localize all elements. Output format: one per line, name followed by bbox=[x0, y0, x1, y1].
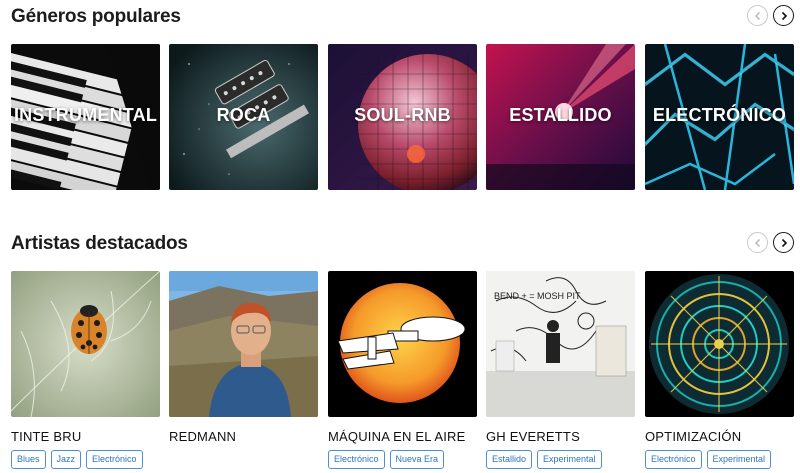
genre-tag[interactable]: Experimental bbox=[706, 450, 772, 469]
genre-tag[interactable]: Blues bbox=[11, 450, 46, 469]
artist-tags: Blues Jazz Electrónico bbox=[11, 450, 143, 469]
genre-label: INSTRUMENTAL bbox=[13, 105, 158, 125]
starship-image bbox=[328, 271, 477, 417]
genre-tag[interactable]: Experimental bbox=[537, 450, 602, 469]
chevron-left-icon bbox=[754, 238, 760, 247]
artist-card-maquina-en-el-aire[interactable] bbox=[328, 271, 477, 417]
ladybug-image bbox=[11, 271, 160, 417]
genre-tag[interactable]: Electrónico bbox=[328, 450, 385, 469]
genre-card-roca[interactable]: ROCA bbox=[169, 44, 318, 190]
genre-tag[interactable]: Electrónico bbox=[86, 450, 143, 469]
genre-card-estallido[interactable]: ESTALLIDO bbox=[486, 44, 635, 190]
genres-prev-button[interactable] bbox=[747, 5, 768, 26]
chevron-right-icon bbox=[781, 238, 787, 247]
genre-label: ELECTRÓNICO bbox=[652, 105, 787, 125]
artist-name[interactable]: OPTIMIZACIÓN bbox=[645, 429, 741, 444]
artist-tags: Electrónico Nueva Era bbox=[328, 450, 445, 469]
artist-card-redmann[interactable] bbox=[169, 271, 318, 417]
genres-section-title: Géneros populares bbox=[11, 6, 181, 27]
artist-name[interactable]: TINTE BRU bbox=[11, 429, 81, 444]
genres-next-button[interactable] bbox=[773, 5, 794, 26]
artists-prev-button[interactable] bbox=[747, 232, 768, 253]
genre-label: ESTALLIDO bbox=[509, 105, 612, 125]
genre-card-soul-rnb[interactable]: SOUL-RNB bbox=[328, 44, 477, 190]
artist-name[interactable]: REDMANN bbox=[169, 429, 236, 444]
artist-name[interactable]: MÁQUINA EN EL AIRE bbox=[328, 429, 466, 444]
genre-tag[interactable]: Jazz bbox=[50, 450, 82, 469]
chevron-right-icon bbox=[781, 11, 787, 20]
genre-tag[interactable]: Estallido bbox=[486, 450, 533, 469]
artist-card-gh-everetts[interactable]: BEND + = MOSH PIT bbox=[486, 271, 635, 417]
artist-tags: Electrónico Experimental bbox=[645, 450, 772, 469]
svg-text:BEND + = MOSH PIT: BEND + = MOSH PIT bbox=[494, 291, 581, 301]
genre-card-instrumental[interactable]: INSTRUMENTAL bbox=[11, 44, 160, 190]
artists-next-button[interactable] bbox=[773, 232, 794, 253]
artist-tags: Estallido Experimental bbox=[486, 450, 602, 469]
sketch-image: BEND + = MOSH PIT bbox=[486, 271, 635, 417]
artist-name[interactable]: GH EVERETTS bbox=[486, 429, 580, 444]
mandala-image bbox=[645, 271, 794, 417]
genre-card-electronico[interactable]: ELECTRÓNICO bbox=[645, 44, 794, 190]
genre-label: ROCA bbox=[216, 105, 271, 125]
artist-card-optimizacion[interactable] bbox=[645, 271, 794, 417]
artists-section-title: Artistas destacados bbox=[11, 233, 188, 254]
chevron-left-icon bbox=[754, 11, 760, 20]
artist-card-tinte-bru[interactable] bbox=[11, 271, 160, 417]
genre-label: SOUL-RNB bbox=[354, 105, 451, 125]
genre-tag[interactable]: Nueva Era bbox=[389, 450, 445, 469]
portrait-image bbox=[169, 271, 318, 417]
genre-tag[interactable]: Electrónico bbox=[645, 450, 702, 469]
